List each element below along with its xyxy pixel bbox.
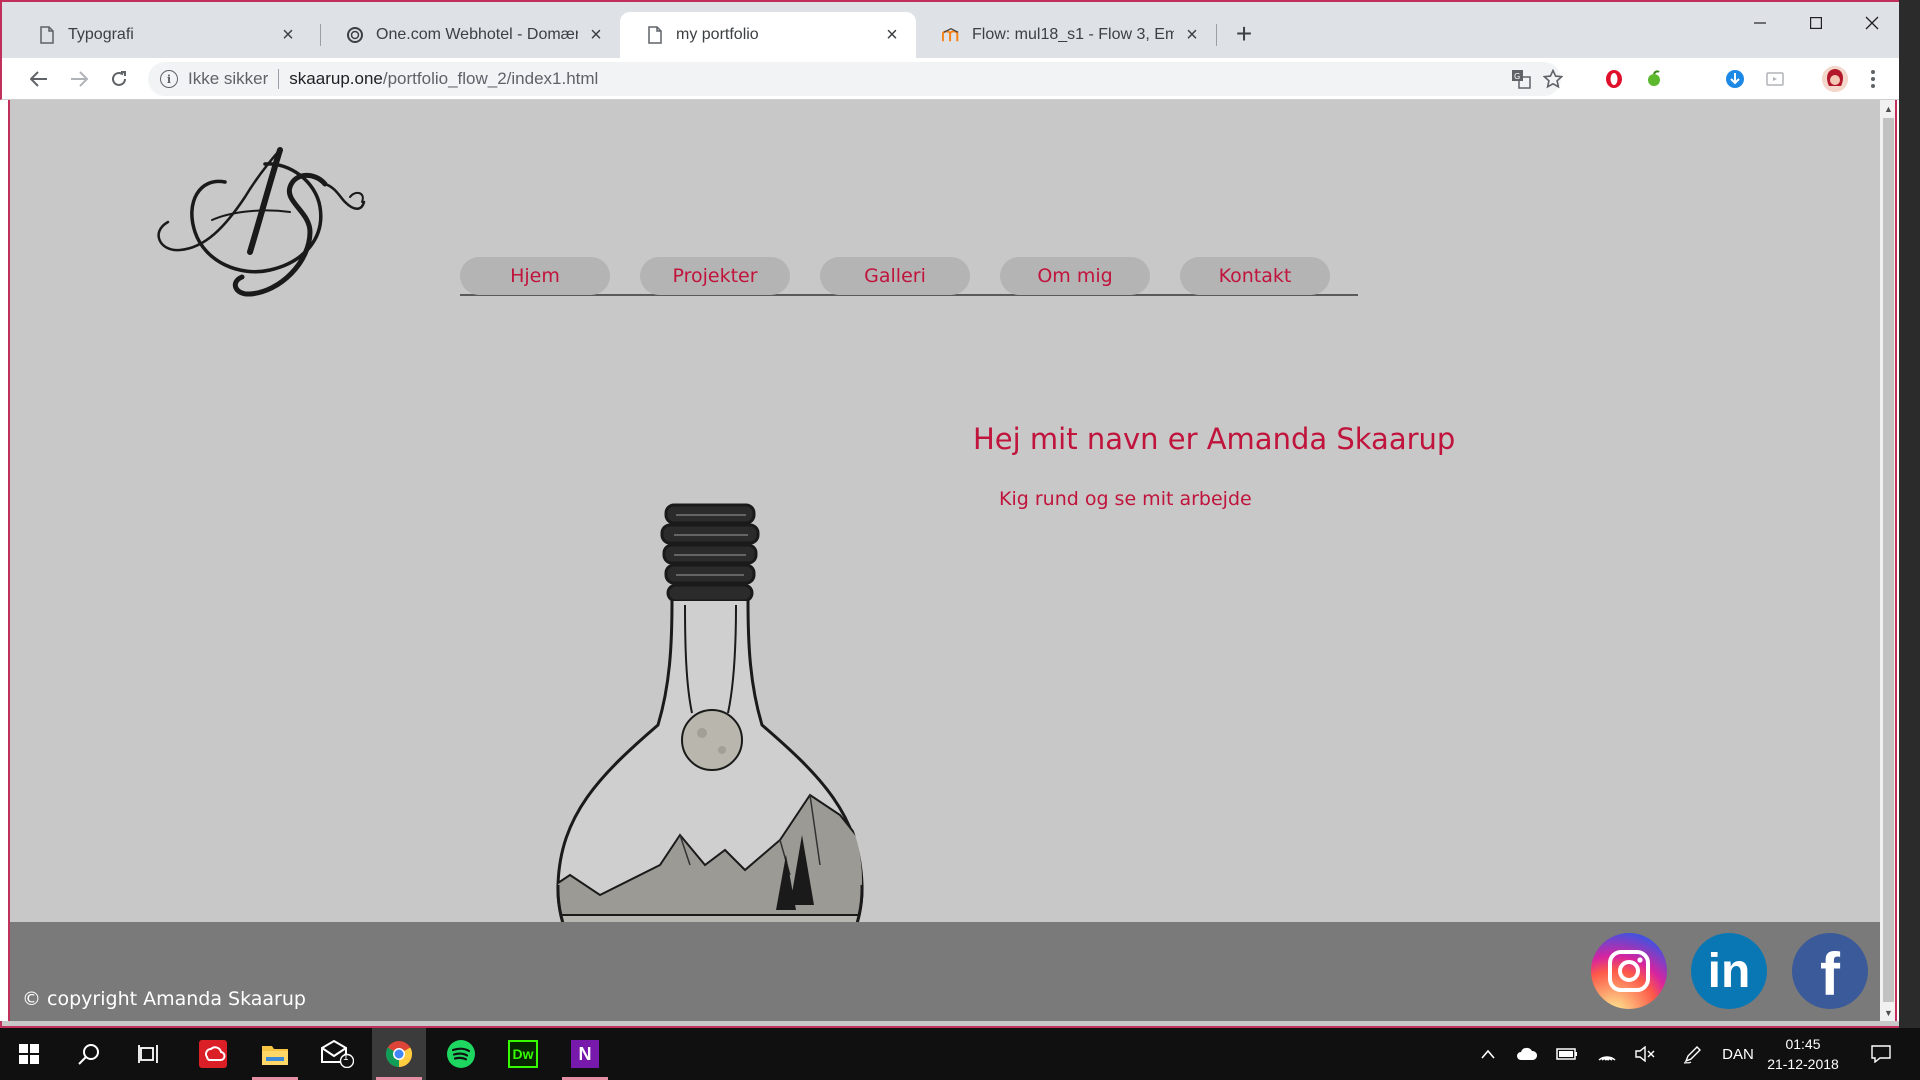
page-scrollbar[interactable]: ▲ ▼ xyxy=(1880,100,1897,1021)
copyright-text: © copyright Amanda Skaarup xyxy=(22,988,306,1010)
language-indicator[interactable]: DAN xyxy=(1718,1028,1758,1080)
nav-kontakt[interactable]: Kontakt xyxy=(1180,257,1330,295)
instagram-icon[interactable] xyxy=(1591,933,1667,1009)
onenote-icon[interactable]: N xyxy=(558,1028,612,1080)
creative-cloud-icon[interactable] xyxy=(186,1028,240,1080)
clock-time: 01:45 xyxy=(1785,1036,1821,1052)
translate-icon[interactable]: G xyxy=(1508,62,1534,96)
moodle-icon xyxy=(942,26,960,44)
tab-typografi[interactable]: Typografi × xyxy=(12,12,312,58)
close-icon[interactable]: × xyxy=(1182,24,1202,46)
windows-taskbar: 1 Dw N DAN 01:45 21-12-2018 xyxy=(0,1028,1920,1080)
scroll-down-arrow-icon[interactable]: ▼ xyxy=(1880,1004,1897,1021)
forward-button[interactable] xyxy=(64,64,94,94)
volume-muted-icon[interactable] xyxy=(1632,1028,1658,1080)
hero-title: Hej mit navn er Amanda Skaarup xyxy=(973,422,1456,456)
nav-projekter[interactable]: Projekter xyxy=(640,257,790,295)
close-icon[interactable]: × xyxy=(278,24,298,46)
onecom-icon xyxy=(346,26,364,44)
notifications-icon[interactable] xyxy=(1866,1028,1896,1080)
page-icon xyxy=(38,26,56,44)
tab-label: Flow: mul18_s1 - Flow 3, Emne: Fl xyxy=(972,26,1174,43)
url-host: skaarup.one xyxy=(289,69,383,88)
back-button[interactable] xyxy=(24,64,54,94)
green-extension-icon[interactable] xyxy=(1643,68,1665,90)
tab-flow[interactable]: Flow: mul18_s1 - Flow 3, Emne: Fl × xyxy=(916,12,1216,58)
spotify-icon[interactable] xyxy=(434,1028,488,1080)
as-monogram-logo[interactable] xyxy=(150,142,370,302)
security-label: Ikke sikker xyxy=(188,69,269,88)
windows-start-icon[interactable] xyxy=(2,1028,56,1080)
tab-separator xyxy=(1216,24,1217,46)
window-border xyxy=(0,1021,1899,1028)
info-icon[interactable]: i xyxy=(160,70,178,88)
tab-label: Typografi xyxy=(68,26,134,43)
tab-strip: Typografi × One.com Webhotel - Domæne × … xyxy=(0,0,1920,58)
sync-extension-icon[interactable] xyxy=(1724,68,1746,90)
main-nav: Hjem Projekter Galleri Om mig Kontakt xyxy=(460,255,1358,296)
minimize-button[interactable] xyxy=(1732,8,1788,38)
nav-hjem[interactable]: Hjem xyxy=(460,257,610,295)
pen-workspace-icon[interactable] xyxy=(1680,1028,1706,1080)
new-tab-button[interactable]: + xyxy=(1230,20,1258,48)
cast-extension-icon[interactable] xyxy=(1764,68,1786,90)
chrome-icon[interactable] xyxy=(372,1028,426,1080)
svg-text:G: G xyxy=(1514,72,1520,81)
scroll-up-arrow-icon[interactable]: ▲ xyxy=(1880,100,1897,117)
mail-icon[interactable]: 1 xyxy=(310,1028,364,1080)
battery-icon[interactable] xyxy=(1554,1028,1580,1080)
clock-date: 21-12-2018 xyxy=(1767,1056,1839,1072)
menu-kebab-icon[interactable] xyxy=(1858,64,1888,94)
url-path: /portfolio_flow_2/index1.html xyxy=(382,69,599,88)
hero-subtitle: Kig rund og se mit arbejde xyxy=(999,488,1252,510)
divider xyxy=(278,69,280,89)
close-icon[interactable]: × xyxy=(882,24,902,46)
chevron-up-icon[interactable] xyxy=(1476,1028,1500,1080)
bookmark-star-icon[interactable] xyxy=(1540,62,1566,96)
mail-badge: 1 xyxy=(343,1052,349,1063)
browser-toolbar: i Ikke sikker skaarup.one /portfolio_flo… xyxy=(0,58,1920,100)
file-explorer-icon[interactable] xyxy=(248,1028,302,1080)
nav-galleri[interactable]: Galleri xyxy=(820,257,970,295)
facebook-icon[interactable]: f xyxy=(1792,933,1868,1009)
page-footer: © copyright Amanda Skaarup in f xyxy=(10,922,1880,1021)
onenote-label: N xyxy=(571,1040,599,1068)
maximize-button[interactable] xyxy=(1788,8,1844,38)
tab-onecom[interactable]: One.com Webhotel - Domæne × xyxy=(320,12,620,58)
clock[interactable]: 01:45 21-12-2018 xyxy=(1755,1034,1851,1074)
address-bar[interactable]: i Ikke sikker skaarup.one /portfolio_flo… xyxy=(148,62,1563,96)
opera-extension-icon[interactable] xyxy=(1603,68,1625,90)
nav-om-mig[interactable]: Om mig xyxy=(1000,257,1150,295)
avatar[interactable] xyxy=(1822,66,1848,92)
task-view-icon[interactable] xyxy=(122,1028,176,1080)
onedrive-icon[interactable] xyxy=(1514,1028,1540,1080)
page-viewport: Hjem Projekter Galleri Om mig Kontakt He… xyxy=(8,100,1880,1021)
scrollbar-thumb[interactable] xyxy=(1883,118,1894,1002)
tab-my-portfolio[interactable]: my portfolio × xyxy=(620,12,916,58)
close-window-button[interactable] xyxy=(1844,8,1900,38)
wifi-icon[interactable] xyxy=(1594,1028,1620,1080)
linkedin-icon[interactable]: in xyxy=(1691,933,1767,1009)
tab-label: my portfolio xyxy=(676,26,759,43)
tab-label: One.com Webhotel - Domæne xyxy=(376,26,578,43)
search-icon[interactable] xyxy=(62,1028,116,1080)
page-icon xyxy=(646,26,664,44)
desktop-background xyxy=(1899,0,1920,1028)
dreamweaver-label: Dw xyxy=(508,1040,538,1068)
dreamweaver-icon[interactable]: Dw xyxy=(496,1028,550,1080)
reload-button[interactable] xyxy=(104,64,134,94)
close-icon[interactable]: × xyxy=(586,24,606,46)
